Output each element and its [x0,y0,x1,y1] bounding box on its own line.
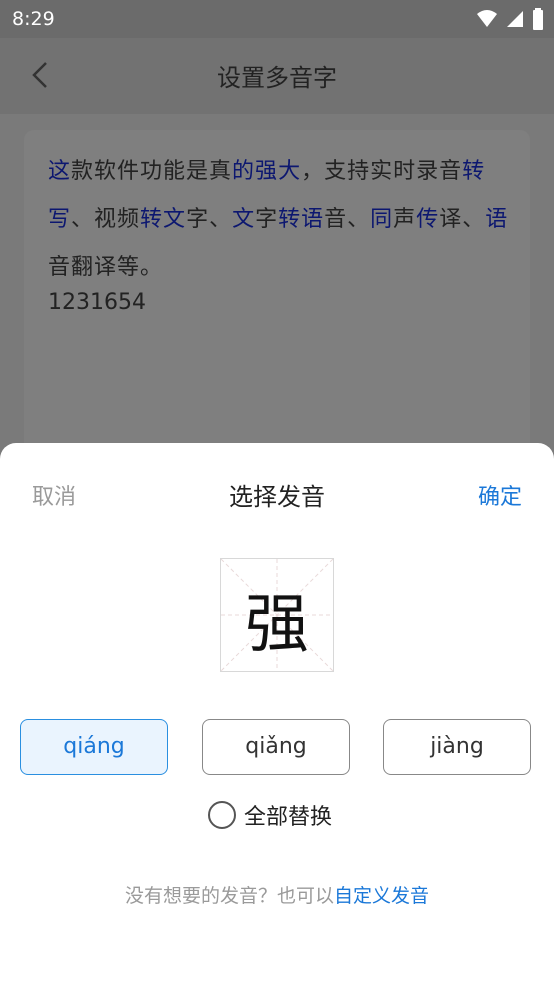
text-segment: 款软件功能是真 [71,159,233,184]
battery-icon [533,8,543,30]
polyphonic-char[interactable]: 语 [301,207,324,232]
replace-all-label: 全部替换 [244,805,333,830]
text-segment: 、视频 [71,207,141,232]
text-segment: 音翻译等。 [48,255,164,280]
radio-icon[interactable] [208,801,236,829]
confirm-button[interactable]: 确定 [478,479,522,511]
polyphonic-char[interactable]: 文 [232,207,255,232]
pinyin-option-2[interactable]: qiǎng [202,719,350,775]
pronunciation-sheet: 取消 选择发音 确定 强 qiáng qiǎng jiàng 全部替换 没有想要… [0,443,554,986]
selected-character: 强 [245,588,309,662]
pinyin-option-3[interactable]: jiàng [383,719,531,775]
sheet-title: 选择发音 [229,483,325,511]
hint-text: 没有想要的发音？也可以 [124,885,334,907]
custom-pronunciation-link[interactable]: 自定义发音 [334,885,429,907]
polyphonic-char[interactable]: 转 [278,207,301,232]
content-area: 这款软件功能是真的强大，支持实时录音转写、视频转文字、文字转语音、同声传译、语音… [0,114,554,460]
polyphonic-char[interactable]: 大 [278,159,301,184]
polyphonic-char[interactable]: 强 [255,159,278,184]
pinyin-option-1[interactable]: qiáng [20,719,168,775]
page-title: 设置多音字 [217,64,337,92]
polyphonic-char[interactable]: 文 [163,207,186,232]
character-grid: 强 [220,558,334,672]
text-segment: 声 [393,207,417,232]
text-segment: 音、 [324,207,371,232]
polyphonic-char[interactable]: 转 [462,159,485,184]
polyphonic-char[interactable]: 写 [48,207,71,232]
polyphonic-char[interactable]: 这 [48,159,71,184]
text-segment: 字 [255,207,279,232]
text-segment: 字、 [186,207,233,232]
text-card: 这款软件功能是真的强大，支持实时录音转写、视频转文字、文字转语音、同声传译、语音… [24,130,530,460]
polyphonic-char[interactable]: 的 [232,159,255,184]
replace-all-toggle[interactable]: 全部替换 [208,799,332,831]
number-line: 1231654 [48,290,146,315]
text-segment: ，支持实时录音 [301,159,463,184]
status-icons [476,8,544,30]
text-content[interactable]: 这款软件功能是真的强大，支持实时录音转写、视频转文字、文字转语音、同声传译、语音… [48,148,518,292]
polyphonic-char[interactable]: 同 [370,207,393,232]
polyphonic-char[interactable]: 转 [140,207,163,232]
signal-icon [507,11,523,27]
text-segment: 译、 [439,207,486,232]
status-time: 8:29 [12,8,55,30]
app-bar: 设置多音字 [0,38,554,114]
polyphonic-char[interactable]: 传 [416,207,439,232]
wifi-icon [477,10,497,27]
custom-hint: 没有想要的发音？也可以自定义发音 [0,881,554,908]
status-bar: 8:29 [0,0,554,38]
polyphonic-char[interactable]: 语 [485,207,508,232]
